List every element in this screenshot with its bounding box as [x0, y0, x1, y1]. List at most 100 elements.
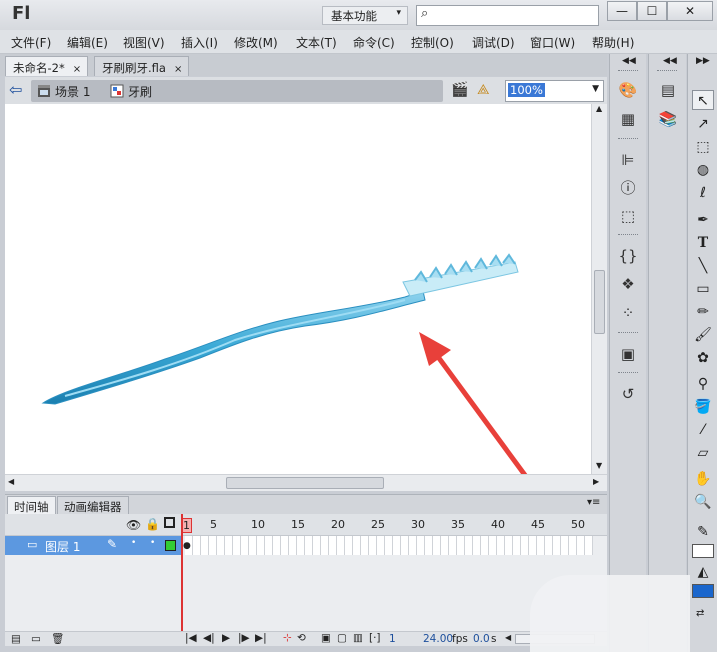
minimize-button[interactable]: —: [607, 1, 637, 21]
stroke-color-icon[interactable]: ✎: [692, 522, 714, 542]
components-icon[interactable]: ❖: [617, 274, 639, 294]
center-frame-icon[interactable]: ⊹: [283, 632, 292, 644]
line-tool-icon[interactable]: ╲: [692, 256, 714, 276]
edit-symbols-icon[interactable]: ⟁: [477, 82, 490, 98]
frame-rate[interactable]: 24.00: [423, 633, 453, 645]
brush-tool-icon[interactable]: 🖌: [692, 325, 714, 345]
step-forward-icon[interactable]: |▶: [238, 632, 250, 644]
collapse-dock-icon[interactable]: ◀◀: [622, 56, 636, 66]
playhead[interactable]: [181, 514, 183, 646]
hand-tool-icon[interactable]: ✋: [692, 469, 714, 489]
help-search-input[interactable]: ⌕: [416, 5, 599, 26]
onion-skin-outlines-icon[interactable]: ▢: [337, 632, 347, 644]
visibility-dot-icon[interactable]: •: [131, 538, 136, 548]
onion-skin-icon[interactable]: ▣: [321, 632, 331, 644]
fill-color-swatch[interactable]: [692, 584, 714, 598]
breadcrumb-symbol[interactable]: 牙刷: [128, 83, 152, 100]
menu-insert[interactable]: 插入(I): [181, 34, 218, 51]
menu-window[interactable]: 窗口(W): [530, 34, 575, 51]
tab-motion-editor[interactable]: 动画编辑器: [57, 496, 129, 515]
align-icon[interactable]: ⊫: [617, 150, 639, 170]
menu-help[interactable]: 帮助(H): [592, 34, 634, 51]
outline-color-swatch[interactable]: [165, 540, 176, 551]
menu-debug[interactable]: 调试(D): [472, 34, 515, 51]
frame-grid[interactable]: ●: [183, 536, 593, 555]
eraser-tool-icon[interactable]: ▱: [692, 443, 714, 463]
stage-horizontal-scrollbar[interactable]: ◀ ▶: [5, 474, 607, 491]
eyedropper-tool-icon[interactable]: ⁄: [692, 420, 714, 440]
expand-tools-icon[interactable]: ▶▶: [696, 56, 710, 66]
stage-vertical-scrollbar[interactable]: ▲ ▼: [591, 104, 607, 474]
menu-edit[interactable]: 编辑(E): [67, 34, 108, 51]
menu-view[interactable]: 视图(V): [123, 34, 165, 51]
lock-dot-icon[interactable]: •: [150, 538, 155, 548]
transform-icon[interactable]: ⬚: [617, 206, 639, 226]
stage[interactable]: [5, 104, 608, 586]
step-back-icon[interactable]: ◀|: [203, 632, 215, 644]
lock-icon[interactable]: 🔒: [145, 517, 160, 531]
delete-icon[interactable]: 🗑: [51, 632, 64, 645]
free-transform-tool-icon[interactable]: ⬚: [692, 137, 714, 157]
timeline-ruler[interactable]: 👁 🔒 1 5 10 15 20 25 30 35 40 45 50: [5, 514, 607, 536]
scroll-down-icon[interactable]: ▼: [596, 461, 602, 470]
bone-tool-icon[interactable]: ⚲: [692, 374, 714, 394]
outline-icon[interactable]: [164, 517, 175, 528]
layer-label[interactable]: ▭ 图层 1 ✎ • •: [5, 536, 183, 555]
scene-panel-icon[interactable]: ▣: [617, 344, 639, 364]
deco-tool-icon[interactable]: ✿: [692, 348, 714, 368]
zoom-tool-icon[interactable]: 🔍: [692, 492, 714, 512]
tab-timeline[interactable]: 时间轴: [7, 496, 56, 515]
rectangle-tool-icon[interactable]: ▭: [692, 279, 714, 299]
close-button[interactable]: ✕: [667, 1, 713, 21]
workspace-switcher[interactable]: 基本功能 ▾: [322, 6, 408, 25]
collapse-dock-icon[interactable]: ◀◀: [663, 56, 677, 66]
loop-icon[interactable]: ⟲: [297, 632, 306, 644]
scroll-right-icon[interactable]: ▶: [593, 477, 599, 486]
modify-markers-icon[interactable]: [·]: [369, 632, 381, 644]
paint-bucket-tool-icon[interactable]: 🪣: [692, 397, 714, 417]
info-icon[interactable]: ⓘ: [617, 178, 639, 198]
play-icon[interactable]: ▶: [222, 632, 230, 644]
subselection-tool-icon[interactable]: ↗: [692, 114, 714, 134]
keyframe-dot-icon[interactable]: ●: [183, 541, 191, 551]
history-icon[interactable]: ↺: [617, 384, 639, 404]
edit-multiple-frames-icon[interactable]: ▥: [353, 632, 363, 644]
tab-untitled-2[interactable]: 未命名-2* ×: [5, 56, 89, 76]
3d-rotation-tool-icon[interactable]: ◍: [692, 160, 714, 180]
color-icon[interactable]: 🎨: [617, 80, 639, 100]
breadcrumb-scene[interactable]: 场景 1: [55, 83, 90, 100]
swatches-icon[interactable]: ▦: [617, 109, 639, 129]
pencil-tool-icon[interactable]: ✏: [692, 302, 714, 322]
swap-colors-icon[interactable]: ⇄: [696, 608, 704, 619]
properties-icon[interactable]: ▤: [657, 80, 679, 100]
layer-row[interactable]: ▭ 图层 1 ✎ • • ●: [5, 536, 607, 555]
code-snippets-icon[interactable]: {}: [617, 246, 639, 266]
stroke-color-swatch[interactable]: [692, 544, 714, 558]
selection-tool-icon[interactable]: ↖: [692, 90, 714, 110]
scroll-left-icon[interactable]: ◀: [8, 477, 14, 486]
scroll-up-icon[interactable]: ▲: [596, 104, 602, 113]
scroll-left-icon[interactable]: ◀: [505, 633, 511, 642]
zoom-select[interactable]: 100% ▼: [505, 80, 604, 102]
back-arrow-icon[interactable]: ⇦: [9, 80, 22, 99]
lasso-tool-icon[interactable]: ℓ: [692, 183, 714, 203]
menu-commands[interactable]: 命令(C): [353, 34, 395, 51]
close-icon[interactable]: ×: [73, 64, 81, 75]
menu-control[interactable]: 控制(O): [411, 34, 454, 51]
layer-name[interactable]: 图层 1: [45, 538, 80, 555]
menu-file[interactable]: 文件(F): [11, 34, 51, 51]
maximize-button[interactable]: ☐: [637, 1, 667, 21]
scroll-thumb[interactable]: [594, 270, 605, 334]
motion-presets-icon[interactable]: ⁘: [617, 303, 639, 323]
close-icon[interactable]: ×: [174, 64, 182, 75]
tab-toothbrush-fla[interactable]: 牙刷刷牙.fla ×: [94, 56, 190, 76]
show-hide-eye-icon[interactable]: 👁: [126, 518, 141, 532]
scroll-thumb[interactable]: [226, 477, 384, 489]
new-layer-icon[interactable]: ▤: [11, 633, 21, 645]
edit-scene-icon[interactable]: 🎬: [451, 82, 468, 98]
fill-color-icon[interactable]: ◭: [692, 562, 714, 582]
panel-menu-icon[interactable]: ▾≡: [587, 497, 600, 508]
library-icon[interactable]: 📚: [657, 109, 679, 129]
go-to-first-frame-icon[interactable]: |◀: [185, 632, 197, 644]
toothbrush-image[interactable]: [41, 253, 519, 405]
